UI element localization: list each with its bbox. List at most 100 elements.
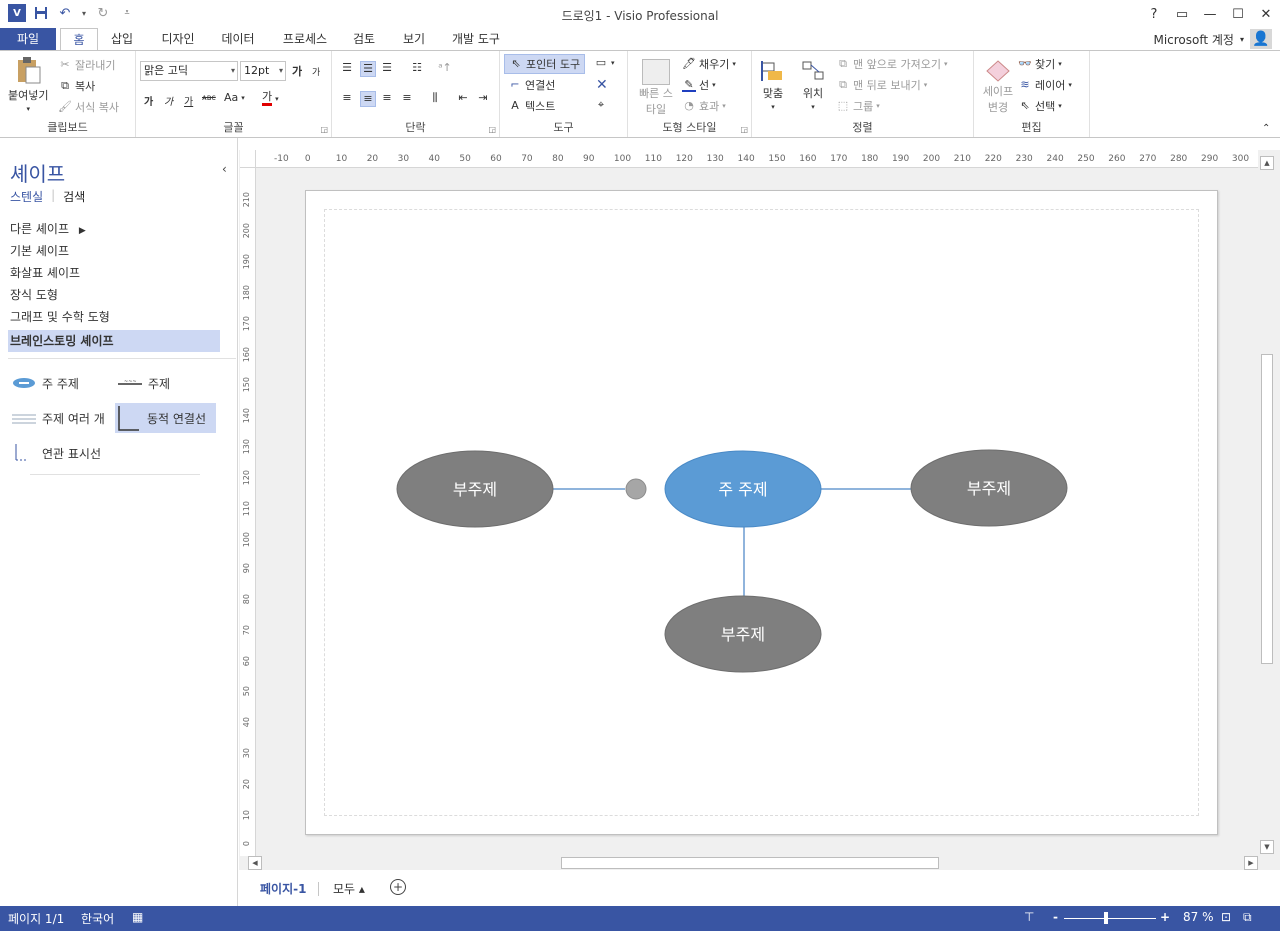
effects-button[interactable]: ◔ 효과 ▾ <box>682 98 726 114</box>
vertical-scroll-thumb[interactable] <box>1261 354 1273 664</box>
align-button[interactable]: 맞춤 ▾ <box>760 59 786 111</box>
ribbon-display-button[interactable]: ▭ <box>1168 0 1196 28</box>
tab-file[interactable]: 파일 <box>0 28 56 50</box>
zoom-level[interactable]: 87 % <box>1183 910 1214 924</box>
macro-record-icon[interactable]: ▦ <box>132 910 143 924</box>
shape-main-topic[interactable]: 주 주제 <box>664 450 822 528</box>
align-bottom-button[interactable]: ☰ <box>380 61 394 75</box>
shape-left-subtopic[interactable]: 부주제 <box>396 450 554 528</box>
scroll-up-icon[interactable]: ▲ <box>1260 156 1274 170</box>
collapse-pane-icon[interactable]: ‹ <box>222 162 227 176</box>
shrink-font-button[interactable]: 가 <box>312 65 320 78</box>
fit-page-icon[interactable]: ⊡ <box>1221 910 1231 924</box>
tab-design[interactable]: 디자인 <box>152 28 204 50</box>
zoom-slider-thumb[interactable] <box>1104 912 1108 924</box>
align-right-button[interactable]: ≡ <box>380 91 394 105</box>
account-label[interactable]: Microsoft 계정 <box>1153 31 1234 48</box>
align-top-button[interactable]: ☰ <box>340 61 354 75</box>
tab-insert[interactable]: 삽입 <box>102 28 142 50</box>
font-name-combo[interactable]: 맑은 고딕 ▾ <box>140 61 238 81</box>
font-color-button[interactable]: 가 ▾ <box>262 91 279 106</box>
avatar[interactable]: 👤 <box>1250 29 1272 49</box>
tab-data[interactable]: 데이터 <box>212 28 264 50</box>
scroll-right-icon[interactable]: ▶ <box>1244 856 1258 870</box>
tab-process[interactable]: 프로세스 <box>274 28 336 50</box>
strikethrough-button[interactable]: ᴀʙᴄ <box>202 93 216 102</box>
brainstorm-diagram[interactable]: 부주제 주 주제 부주제 부주제 <box>305 190 1218 835</box>
align-left-button[interactable]: ≡ <box>340 91 354 105</box>
change-shape-button[interactable]: 세이프 변경 <box>980 59 1016 115</box>
horizontal-scrollbar[interactable]: ◀ ▶ <box>248 856 1258 870</box>
layers-button[interactable]: ≋ 레이어 ▾ <box>1018 77 1072 93</box>
copy-button[interactable]: ⧉ 복사 <box>58 78 95 94</box>
scroll-down-icon[interactable]: ▼ <box>1260 840 1274 854</box>
group-button[interactable]: ⬚ 그룹 ▾ <box>836 98 880 114</box>
zoom-out-button[interactable]: - <box>1053 910 1058 924</box>
format-painter-button[interactable]: 🖌 서식 복사 <box>58 99 119 115</box>
grow-font-button[interactable]: 가 <box>292 63 302 79</box>
stencil-arrow-shapes[interactable]: 화살표 셰이프 <box>8 262 220 284</box>
cut-button[interactable]: ✂ 잘라내기 <box>58 57 115 73</box>
all-pages-button[interactable]: 모두 ▴ <box>333 880 365 897</box>
tab-stencil[interactable]: 스텐실 <box>10 188 43 205</box>
horizontal-ruler[interactable]: -10 0 10 20 30 40 50 60 70 80 90 100 110 120 130 140 150… <box>256 150 1258 168</box>
vertical-scrollbar[interactable]: ▲ ▼ <box>1259 154 1276 856</box>
line-button[interactable]: ✎ 선 ▾ <box>682 77 716 93</box>
connector-tool-button[interactable]: ⌐ 연결선 <box>508 77 555 93</box>
paragraph-dialog-launcher-icon[interactable]: ◲ <box>488 125 496 134</box>
select-button[interactable]: ⇖ 선택 ▾ <box>1018 98 1061 114</box>
connection-point-button[interactable]: ⌖ <box>594 98 608 112</box>
minimize-button[interactable]: — <box>1196 0 1224 28</box>
send-to-back-button[interactable]: ⧉ 맨 뒤로 보내기 ▾ <box>836 77 927 93</box>
font-dialog-launcher-icon[interactable]: ◲ <box>320 125 328 134</box>
italic-button[interactable]: 가 <box>164 93 173 108</box>
stencil-basic-shapes[interactable]: 기본 셰이프 <box>8 240 220 262</box>
zoom-in-button[interactable]: + <box>1160 910 1170 924</box>
page-tab-1[interactable]: 페이지-1 <box>260 880 306 897</box>
distribute-button[interactable]: ⫼ <box>428 91 442 105</box>
stencil-brainstorming[interactable]: 브레인스토밍 셰이프 <box>8 330 220 352</box>
help-button[interactable]: ? <box>1140 0 1168 28</box>
collapse-ribbon-icon[interactable]: ⌃ <box>1262 123 1270 134</box>
switch-windows-icon[interactable]: ⧉ <box>1243 910 1252 925</box>
bring-to-front-button[interactable]: ⧉ 맨 앞으로 가져오기 ▾ <box>836 56 947 72</box>
zoom-slider-track[interactable] <box>1064 918 1156 919</box>
page-indicator[interactable]: 페이지 1/1 <box>8 910 64 927</box>
rectangle-tool-button[interactable]: ▭ ▾ <box>594 56 615 70</box>
horizontal-scroll-thumb[interactable] <box>561 857 939 869</box>
shape-right-subtopic[interactable]: 부주제 <box>910 449 1068 527</box>
scroll-left-icon[interactable]: ◀ <box>248 856 262 870</box>
tab-home[interactable]: 홈 <box>60 28 98 51</box>
add-page-icon[interactable]: + <box>390 879 406 895</box>
font-size-combo[interactable]: 12pt ▾ <box>240 61 286 81</box>
bullets-button[interactable]: ☷ <box>410 61 424 75</box>
presentation-mode-icon[interactable]: ⊤ <box>1024 910 1034 924</box>
find-button[interactable]: 👓 찾기 ▾ <box>1018 56 1062 72</box>
account-dropdown-icon[interactable]: ▾ <box>1240 35 1244 44</box>
shape-bottom-subtopic[interactable]: 부주제 <box>664 595 822 673</box>
account-area[interactable]: Microsoft 계정 ▾ 👤 <box>1153 28 1272 50</box>
master-multiple-topics[interactable]: 주제 여러 개 <box>12 404 105 432</box>
bold-button[interactable]: 가 <box>144 93 153 108</box>
pointer-tool-button[interactable]: ⇖ 포인터 도구 <box>504 54 586 74</box>
text-tool-button[interactable]: A 텍스트 <box>508 98 555 114</box>
justify-button[interactable]: ≡ <box>400 91 414 105</box>
master-main-topic[interactable]: 주 주제 <box>12 369 79 397</box>
tab-view[interactable]: 보기 <box>394 28 434 50</box>
change-case-button[interactable]: Aa ▾ <box>224 91 245 104</box>
master-relationship-callout[interactable]: 연관 표시선 <box>12 439 101 467</box>
shape-styles-dialog-launcher-icon[interactable]: ◲ <box>740 125 748 134</box>
position-button[interactable]: 위치 ▾ <box>800 59 826 111</box>
increase-indent-button[interactable]: ⇥ <box>476 91 490 105</box>
language-indicator[interactable]: 한국어 <box>81 910 114 927</box>
decrease-indent-button[interactable]: ⇤ <box>456 91 470 105</box>
stencil-decorative[interactable]: 장식 도형 <box>8 284 220 306</box>
stencil-more-shapes[interactable]: 다른 셰이프 ▶ <box>8 218 220 240</box>
tab-developer[interactable]: 개발 도구 <box>444 28 508 50</box>
tab-search[interactable]: 검색 <box>63 188 85 205</box>
vertical-ruler[interactable]: 210 200 190 180 170 160 150 140 130 120 110 100 90 80… <box>240 168 256 856</box>
ruler-corner[interactable] <box>240 150 256 168</box>
master-topic[interactable]: ~~~ 주제 <box>118 369 170 397</box>
underline-button[interactable]: 가 <box>184 93 193 108</box>
fill-button[interactable]: 🖊 채우기 ▾ <box>682 56 736 72</box>
